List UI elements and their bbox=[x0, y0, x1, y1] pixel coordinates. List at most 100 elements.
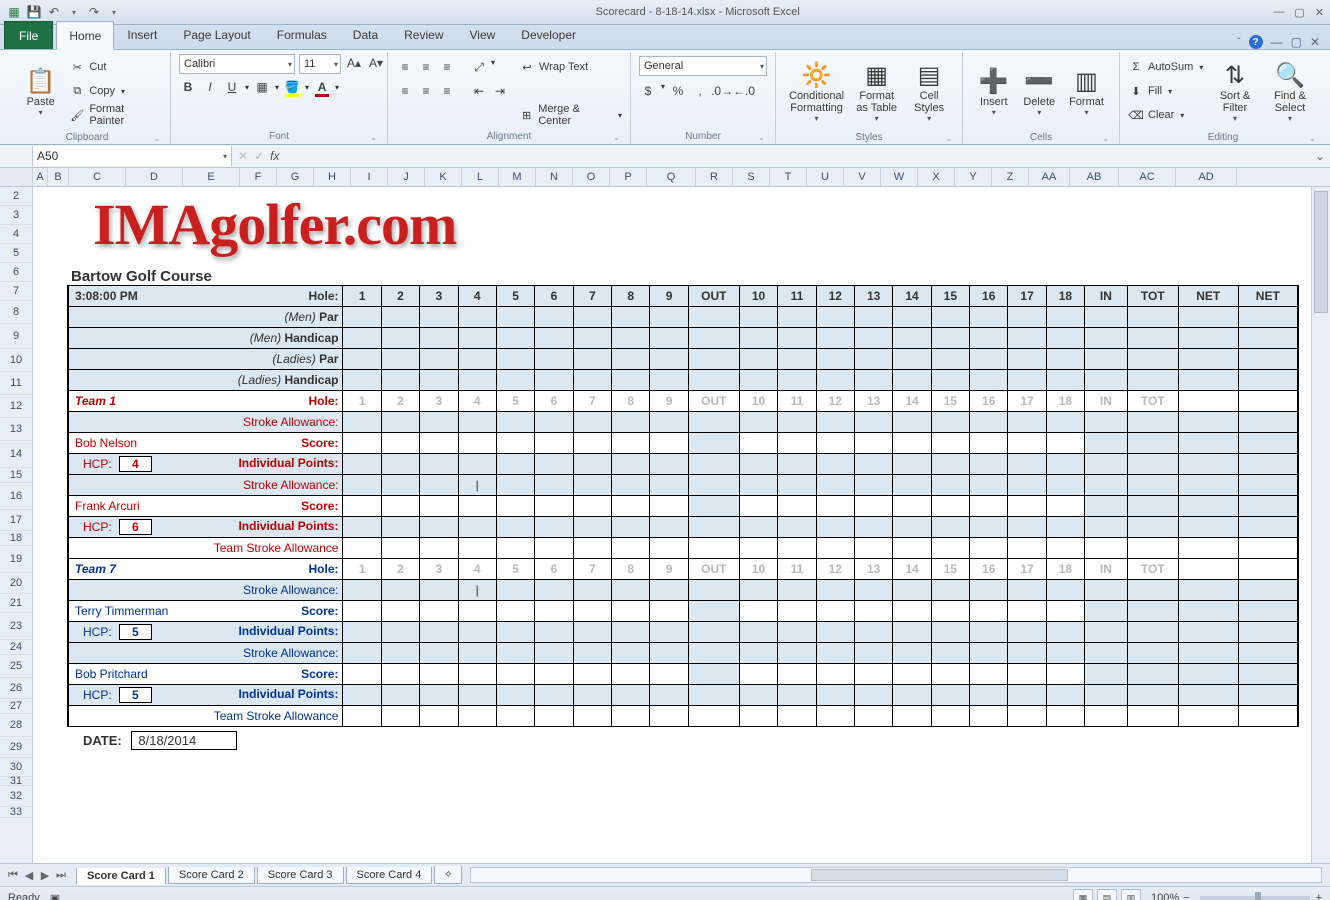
col-E[interactable]: E bbox=[183, 168, 240, 186]
bold-button[interactable]: B bbox=[179, 78, 197, 96]
cut-button[interactable]: ✂Cut bbox=[69, 56, 162, 78]
number-format-select[interactable]: General▾ bbox=[639, 56, 767, 76]
col-P[interactable]: P bbox=[610, 168, 647, 186]
insert-cells-button[interactable]: ➕Insert▾ bbox=[971, 54, 1016, 130]
borders-button[interactable]: ▦ bbox=[253, 78, 271, 96]
tab-home[interactable]: Home bbox=[56, 21, 114, 50]
formula-input[interactable] bbox=[285, 147, 1310, 165]
clear-button[interactable]: ⌫Clear▾ bbox=[1128, 104, 1208, 126]
col-R[interactable]: R bbox=[696, 168, 733, 186]
col-Q[interactable]: Q bbox=[647, 168, 696, 186]
percent-icon[interactable]: % bbox=[669, 82, 687, 100]
row-32[interactable]: 32 bbox=[0, 786, 32, 807]
row-7[interactable]: 7 bbox=[0, 282, 32, 301]
zoom-slider[interactable] bbox=[1200, 896, 1310, 900]
decrease-decimal-icon[interactable]: ←.0 bbox=[735, 82, 753, 100]
tab-developer[interactable]: Developer bbox=[508, 20, 589, 49]
workbook-close-icon[interactable]: ✕ bbox=[1310, 35, 1320, 49]
col-I[interactable]: I bbox=[351, 168, 388, 186]
enter-icon[interactable]: ✓ bbox=[254, 149, 264, 163]
row-13[interactable]: 13 bbox=[0, 418, 32, 441]
col-V[interactable]: V bbox=[844, 168, 881, 186]
restore-icon[interactable]: ▢ bbox=[1294, 6, 1304, 19]
shrink-font-icon[interactable]: A▾ bbox=[367, 54, 385, 72]
row-19[interactable]: 19 bbox=[0, 546, 32, 573]
sheet-tab-2[interactable]: Score Card 2 bbox=[168, 867, 255, 884]
zoom-value[interactable]: 100% bbox=[1151, 892, 1179, 900]
orientation-icon[interactable]: ⤢ bbox=[470, 58, 488, 76]
format-painter-button[interactable]: 🖌Format Painter bbox=[69, 104, 162, 126]
fx-icon[interactable]: fx bbox=[270, 149, 279, 163]
scroll-thumb[interactable] bbox=[1314, 191, 1328, 313]
delete-cells-button[interactable]: ➖Delete▾ bbox=[1016, 54, 1061, 130]
align-bottom-icon[interactable]: ≡ bbox=[438, 58, 456, 76]
select-all-corner[interactable] bbox=[0, 168, 33, 186]
qat-customize-icon[interactable]: ▾ bbox=[106, 4, 122, 20]
minimize-icon[interactable]: — bbox=[1273, 6, 1284, 18]
merge-center-button[interactable]: ⊞Merge & Center▾ bbox=[519, 104, 622, 126]
page-break-view-icon[interactable]: ▥ bbox=[1121, 889, 1141, 900]
macro-record-icon[interactable]: ▣ bbox=[50, 892, 60, 900]
col-N[interactable]: N bbox=[536, 168, 573, 186]
col-Y[interactable]: Y bbox=[955, 168, 992, 186]
sheet-tab-4[interactable]: Score Card 4 bbox=[346, 867, 433, 884]
align-middle-icon[interactable]: ≡ bbox=[417, 58, 435, 76]
tab-insert[interactable]: Insert bbox=[114, 20, 170, 49]
tab-data[interactable]: Data bbox=[340, 20, 391, 49]
col-L[interactable]: L bbox=[462, 168, 499, 186]
tab-page-layout[interactable]: Page Layout bbox=[170, 20, 263, 49]
wrap-text-button[interactable]: ↩Wrap Text bbox=[519, 56, 622, 78]
col-AD[interactable]: AD bbox=[1176, 168, 1237, 186]
zoom-out-icon[interactable]: − bbox=[1183, 892, 1189, 900]
align-top-icon[interactable]: ≡ bbox=[396, 58, 414, 76]
redo-icon[interactable]: ↷ bbox=[86, 4, 102, 20]
align-left-icon[interactable]: ≡ bbox=[396, 82, 414, 100]
col-B[interactable]: B bbox=[48, 168, 69, 186]
undo-dropdown-icon[interactable]: ▾ bbox=[66, 4, 82, 20]
font-name-select[interactable]: Calibri▾ bbox=[179, 54, 295, 74]
tab-formulas[interactable]: Formulas bbox=[264, 20, 340, 49]
font-size-select[interactable]: 11▾ bbox=[299, 54, 341, 74]
row-12[interactable]: 12 bbox=[0, 395, 32, 418]
col-W[interactable]: W bbox=[881, 168, 918, 186]
row-18[interactable]: 18 bbox=[0, 531, 32, 546]
page-layout-view-icon[interactable]: ▤ bbox=[1097, 889, 1117, 900]
tab-view[interactable]: View bbox=[457, 20, 509, 49]
col-AA[interactable]: AA bbox=[1029, 168, 1070, 186]
col-D[interactable]: D bbox=[126, 168, 183, 186]
accounting-format-icon[interactable]: $ bbox=[639, 82, 657, 100]
col-AC[interactable]: AC bbox=[1119, 168, 1176, 186]
row-20[interactable]: 20 bbox=[0, 573, 32, 594]
cancel-icon[interactable]: ✕ bbox=[238, 149, 248, 163]
col-AB[interactable]: AB bbox=[1070, 168, 1119, 186]
align-right-icon[interactable]: ≡ bbox=[438, 82, 456, 100]
col-X[interactable]: X bbox=[918, 168, 955, 186]
row-27[interactable]: 27 bbox=[0, 699, 32, 714]
fill-button[interactable]: ⬇Fill▾ bbox=[1128, 80, 1208, 102]
col-K[interactable]: K bbox=[425, 168, 462, 186]
row-24[interactable]: 24 bbox=[0, 640, 32, 655]
row-14[interactable]: 14 bbox=[0, 441, 32, 468]
save-icon[interactable]: 💾 bbox=[26, 4, 42, 20]
tab-nav-next-icon[interactable]: ▶ bbox=[38, 869, 52, 882]
row-5[interactable]: 5 bbox=[0, 244, 32, 263]
row-31[interactable]: 31 bbox=[0, 777, 32, 786]
help-icon[interactable]: ? bbox=[1249, 35, 1263, 49]
row-6[interactable]: 6 bbox=[0, 263, 32, 282]
row-17[interactable]: 17 bbox=[0, 510, 32, 531]
row-33[interactable]: 33 bbox=[0, 807, 32, 818]
row-3[interactable]: 3 bbox=[0, 206, 32, 225]
ribbon-minimize-icon[interactable]: ˇ bbox=[1237, 37, 1240, 48]
increase-decimal-icon[interactable]: .0→ bbox=[713, 82, 731, 100]
sheet-tab-3[interactable]: Score Card 3 bbox=[257, 867, 344, 884]
row-4[interactable]: 4 bbox=[0, 225, 32, 244]
tab-review[interactable]: Review bbox=[391, 20, 456, 49]
comma-icon[interactable]: , bbox=[691, 82, 709, 100]
row-21[interactable]: 21 bbox=[0, 594, 32, 613]
zoom-in-icon[interactable]: + bbox=[1316, 892, 1322, 900]
tab-nav-prev-icon[interactable]: ◀ bbox=[22, 869, 36, 882]
col-C[interactable]: C bbox=[69, 168, 126, 186]
col-O[interactable]: O bbox=[573, 168, 610, 186]
format-cells-button[interactable]: ▥Format▾ bbox=[1062, 54, 1111, 130]
normal-view-icon[interactable]: ▦ bbox=[1073, 889, 1093, 900]
